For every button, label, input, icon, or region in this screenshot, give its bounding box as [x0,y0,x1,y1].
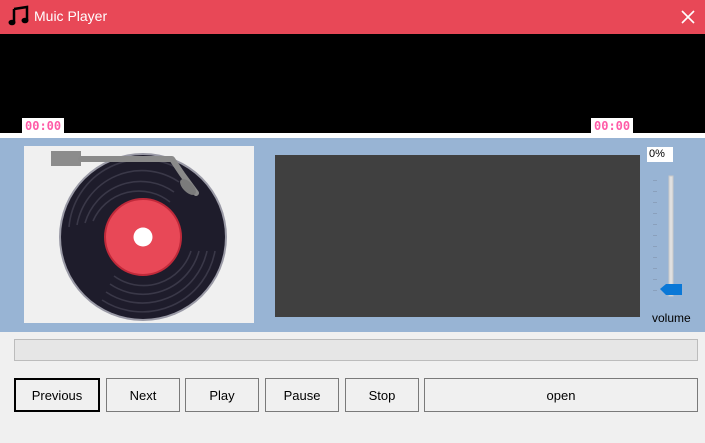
window-title: Muic Player [34,8,108,24]
music-note-icon [8,5,29,26]
elapsed-time-label: 00:00 [22,118,65,134]
close-icon[interactable] [681,10,695,24]
pause-button[interactable]: Pause [265,378,339,412]
volume-slider[interactable] [650,174,690,302]
open-button[interactable]: open [424,378,698,412]
album-art [24,146,254,323]
video-display[interactable]: 00:00 00:00 [0,34,705,134]
previous-button[interactable]: Previous [14,378,100,412]
vinyl-record-icon [51,151,227,321]
volume-percent: 0% [647,147,673,162]
volume-label: volume [652,311,691,325]
visualizer [275,155,640,317]
progress-bar[interactable] [14,339,698,361]
close-button[interactable] [671,0,705,34]
next-button[interactable]: Next [106,378,180,412]
play-button[interactable]: Play [185,378,259,412]
volume-thumb [660,284,682,295]
stop-button[interactable]: Stop [345,378,419,412]
player-panel: 0% volume [0,138,705,332]
total-time-label: 00:00 [591,118,634,134]
title-bar: Muic Player [0,0,705,34]
